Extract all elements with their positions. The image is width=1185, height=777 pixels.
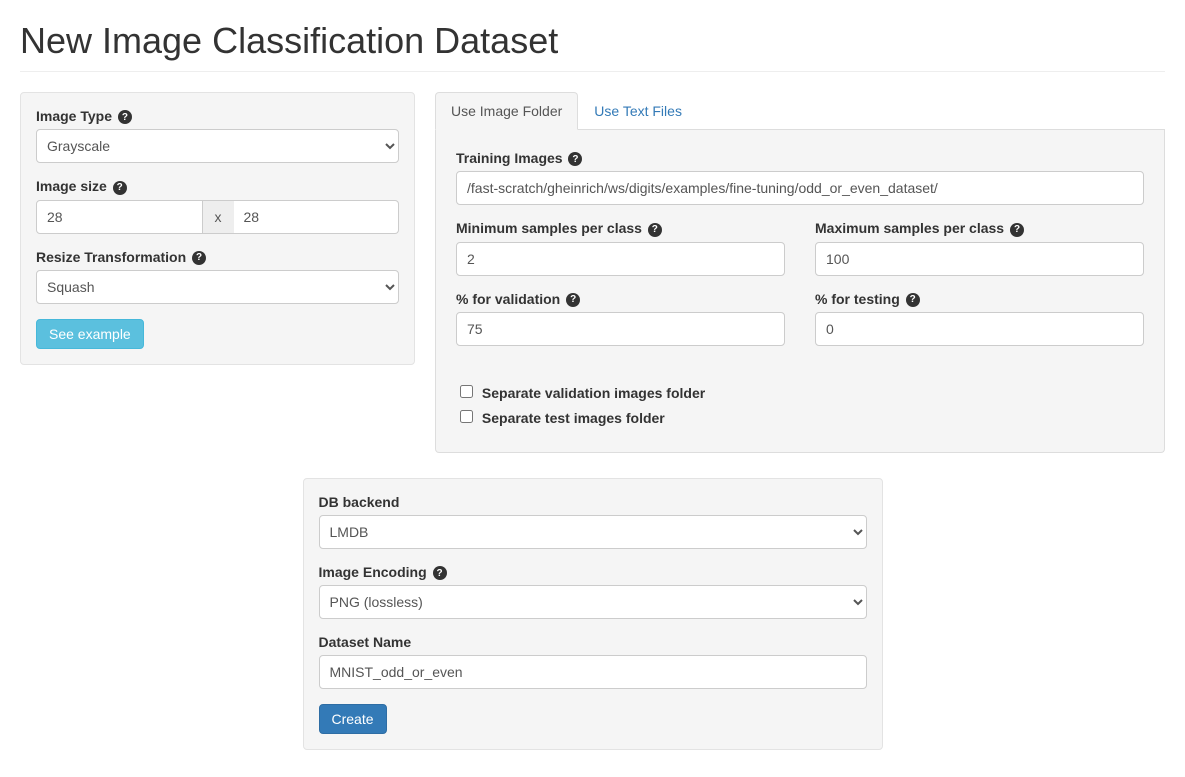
pct-testing-input[interactable]: [815, 312, 1144, 346]
tabs: Use Image Folder Use Text Files: [435, 92, 1165, 130]
size-separator: x: [203, 200, 234, 234]
max-samples-label: Maximum samples per class ?: [815, 220, 1144, 236]
pct-testing-label: % for testing ?: [815, 291, 1144, 307]
training-images-input[interactable]: [456, 171, 1144, 205]
help-icon[interactable]: ?: [192, 251, 206, 265]
image-type-label: Image Type ?: [36, 108, 399, 124]
help-icon[interactable]: ?: [648, 223, 662, 237]
tab-content: Training Images ? Minimum samples per cl…: [435, 130, 1165, 453]
image-encoding-label: Image Encoding ?: [319, 564, 867, 580]
separate-validation-checkbox[interactable]: [460, 385, 473, 398]
help-icon[interactable]: ?: [568, 152, 582, 166]
db-backend-select[interactable]: LMDB: [319, 515, 867, 549]
left-panel: Image Type ? Grayscale Image size ? x: [20, 92, 415, 365]
tab-use-image-folder[interactable]: Use Image Folder: [435, 92, 578, 130]
dataset-name-label: Dataset Name: [319, 634, 867, 650]
image-height-input[interactable]: [234, 200, 400, 234]
separate-test-label: Separate test images folder: [456, 410, 665, 426]
help-icon[interactable]: ?: [906, 293, 920, 307]
image-size-label: Image size ?: [36, 178, 399, 194]
dataset-name-input[interactable]: [319, 655, 867, 689]
page-title: New Image Classification Dataset: [20, 20, 1165, 72]
training-images-label: Training Images ?: [456, 150, 1144, 166]
pct-validation-input[interactable]: [456, 312, 785, 346]
resize-transformation-select[interactable]: Squash: [36, 270, 399, 304]
tab-use-text-files[interactable]: Use Text Files: [578, 92, 698, 130]
help-icon[interactable]: ?: [566, 293, 580, 307]
help-icon[interactable]: ?: [433, 566, 447, 580]
help-icon[interactable]: ?: [118, 110, 132, 124]
image-width-input[interactable]: [36, 200, 203, 234]
help-icon[interactable]: ?: [113, 181, 127, 195]
separate-validation-label: Separate validation images folder: [456, 385, 705, 401]
max-samples-input[interactable]: [815, 242, 1144, 276]
separate-test-checkbox[interactable]: [460, 410, 473, 423]
image-encoding-select[interactable]: PNG (lossless): [319, 585, 867, 619]
db-backend-label: DB backend: [319, 494, 867, 510]
min-samples-input[interactable]: [456, 242, 785, 276]
min-samples-label: Minimum samples per class ?: [456, 220, 785, 236]
create-button[interactable]: Create: [319, 704, 387, 734]
pct-validation-label: % for validation ?: [456, 291, 785, 307]
resize-transformation-label: Resize Transformation ?: [36, 249, 399, 265]
image-type-select[interactable]: Grayscale: [36, 129, 399, 163]
bottom-panel: DB backend LMDB Image Encoding ? PNG (lo…: [303, 478, 883, 750]
help-icon[interactable]: ?: [1010, 223, 1024, 237]
see-example-button[interactable]: See example: [36, 319, 144, 349]
